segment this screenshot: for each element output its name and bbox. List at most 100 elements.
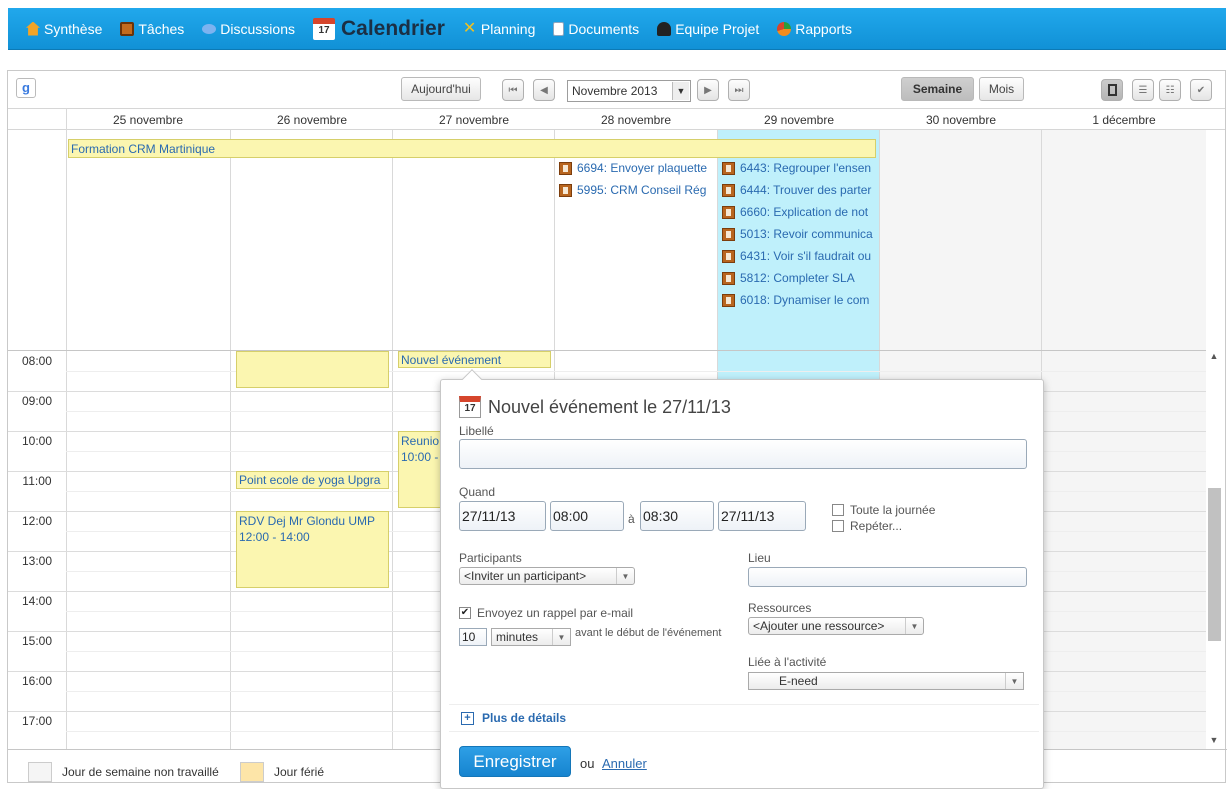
- previous-icon: ◀: [540, 84, 548, 96]
- nav-taches[interactable]: Tâches: [120, 21, 184, 37]
- nav-documents-label: Documents: [568, 20, 640, 37]
- time-label: 12:00: [21, 514, 53, 528]
- task-item[interactable]: 6660: Explication de not: [722, 203, 879, 221]
- next-button[interactable]: ▶: [697, 79, 719, 101]
- last-button[interactable]: ⏭: [728, 79, 750, 101]
- task-item[interactable]: 6444: Trouver des parter: [722, 181, 879, 199]
- task-icon: [722, 205, 735, 219]
- nav-synthese-label: Synthèse: [44, 20, 103, 37]
- column-divider: [66, 108, 67, 749]
- month-select-value: Novembre 2013: [572, 84, 658, 98]
- nav-synthese[interactable]: Synthèse: [26, 21, 102, 37]
- checkbox-box: [832, 520, 844, 532]
- month-view-button[interactable]: Mois: [979, 77, 1024, 101]
- task-icon: [722, 183, 735, 197]
- reminder-value-input[interactable]: 10: [459, 628, 487, 646]
- first-button[interactable]: ⏮: [502, 79, 524, 101]
- chat-bubble-icon: [202, 23, 217, 34]
- vertical-scrollbar[interactable]: ▲ ▼: [1207, 351, 1221, 749]
- allday-event[interactable]: Formation CRM Martinique: [68, 139, 876, 158]
- task-item[interactable]: 6018: Dynamiser le com: [722, 291, 879, 309]
- task-item[interactable]: 6443: Regrouper l'ensen: [722, 159, 879, 177]
- task-label: 6431: Voir s'il faudrait ou: [740, 249, 872, 263]
- nav-rapports[interactable]: Rapports: [777, 21, 852, 37]
- activity-select[interactable]: E-need ▼: [748, 672, 1024, 690]
- repeat-checkbox[interactable]: Repéter...: [832, 519, 902, 533]
- activity-select-value: E-need: [779, 674, 818, 688]
- check-button[interactable]: ✔: [1190, 79, 1212, 101]
- task-label: 5013: Revoir communica: [740, 227, 873, 241]
- first-icon: ⏮: [508, 84, 518, 96]
- nav-calendrier[interactable]: 17 Calendrier: [313, 17, 445, 41]
- previous-button[interactable]: ◀: [533, 79, 555, 101]
- task-icon: [722, 293, 735, 307]
- participants-label: Participants: [459, 551, 522, 565]
- scrollbar-thumb[interactable]: [1208, 488, 1221, 641]
- task-label: 6694: Envoyer plaquette: [577, 161, 708, 175]
- calendar-toolbar: g Aujourd'hui ⏮ ◀ Novembre 2013 ▼ ▶ ⏭ Se…: [8, 71, 1225, 108]
- nav-documents[interactable]: Documents: [553, 21, 639, 37]
- reminder-suffix: avant le début de l'événement: [575, 627, 722, 639]
- repeat-label: Repéter...: [850, 519, 903, 533]
- quand-label: Quand: [459, 485, 496, 499]
- all-day-label: Toute la journée: [850, 503, 936, 517]
- day-header: 28 novembre: [600, 113, 672, 127]
- nav-planning[interactable]: ✕ Planning: [462, 19, 536, 37]
- home-icon: [26, 21, 40, 36]
- reminder-checkbox[interactable]: ✔ Envoyez un rappel par e-mail: [459, 606, 633, 620]
- clipboard-view-button[interactable]: [1101, 79, 1123, 101]
- task-item[interactable]: 5013: Revoir communica: [722, 225, 879, 243]
- day-header: 30 novembre: [925, 113, 997, 127]
- month-select[interactable]: Novembre 2013 ▼: [567, 80, 691, 102]
- task-item[interactable]: 6431: Voir s'il faudrait ou: [722, 247, 879, 265]
- task-label: 5812: Completer SLA: [740, 271, 855, 285]
- day-header: 29 novembre: [763, 113, 835, 127]
- task-icon: [559, 183, 572, 197]
- end-date-input[interactable]: 27/11/13: [718, 501, 806, 531]
- calendar-event[interactable]: [236, 351, 389, 388]
- time-label: 13:00: [21, 554, 53, 568]
- calendar-event-rdv[interactable]: RDV Dej Mr Glondu UMP 12:00 - 14:00: [236, 511, 389, 588]
- libelle-input[interactable]: [459, 439, 1027, 469]
- start-time-input[interactable]: 08:00: [550, 501, 624, 531]
- all-day-checkbox[interactable]: Toute la journée: [832, 503, 935, 517]
- task-item[interactable]: 5995: CRM Conseil Rég: [559, 181, 718, 199]
- checkbox-box: [832, 504, 844, 516]
- task-icon: [722, 249, 735, 263]
- scroll-down-icon[interactable]: ▼: [1207, 735, 1221, 749]
- task-item[interactable]: 5812: Completer SLA: [722, 269, 879, 287]
- ressources-label: Ressources: [748, 601, 812, 615]
- tree-view-button[interactable]: ☷: [1159, 79, 1181, 101]
- list-view-button[interactable]: ☰: [1132, 79, 1154, 101]
- end-time-input[interactable]: 08:30: [640, 501, 714, 531]
- planning-tools-icon: ✕: [462, 19, 477, 37]
- start-date-input[interactable]: 27/11/13: [459, 501, 546, 531]
- ressources-select[interactable]: <Ajouter une ressource> ▼: [748, 617, 924, 635]
- more-details-bar[interactable]: + Plus de détails: [449, 704, 1039, 732]
- reminder-unit-select[interactable]: minutes ▼: [491, 628, 571, 646]
- week-view-button[interactable]: Semaine: [901, 77, 974, 101]
- new-event-placeholder[interactable]: Nouvel événement: [398, 351, 551, 368]
- time-label: 08:00: [21, 354, 53, 368]
- participants-select[interactable]: <Inviter un participant> ▼: [459, 567, 635, 585]
- list-icon: ☰: [1138, 84, 1148, 96]
- save-button[interactable]: Enregistrer: [459, 746, 571, 777]
- time-label: 10:00: [21, 434, 53, 448]
- legend-swatch: [28, 762, 52, 782]
- scroll-up-icon[interactable]: ▲: [1207, 351, 1221, 365]
- nav-discussions[interactable]: Discussions: [202, 21, 295, 37]
- allday-divider: [8, 350, 1206, 351]
- day-header: 27 novembre: [438, 113, 510, 127]
- pie-chart-icon: [777, 21, 792, 36]
- new-event-dialog: 17 Nouvel événement le 27/11/13 Libellé …: [440, 369, 1044, 789]
- next-icon: ▶: [704, 84, 712, 96]
- nav-equipe-projet[interactable]: Equipe Projet: [657, 21, 759, 37]
- today-button[interactable]: Aujourd'hui: [401, 77, 481, 101]
- nav-equipe-label: Equipe Projet: [675, 20, 760, 37]
- google-calendar-icon[interactable]: g: [16, 78, 36, 98]
- cancel-link[interactable]: Annuler: [602, 756, 647, 771]
- calendar-event-yoga[interactable]: Point ecole de yoga Upgra: [236, 471, 389, 489]
- lieu-input[interactable]: [748, 567, 1027, 587]
- nav-discussions-label: Discussions: [220, 20, 295, 37]
- task-item[interactable]: 6694: Envoyer plaquette: [559, 159, 718, 177]
